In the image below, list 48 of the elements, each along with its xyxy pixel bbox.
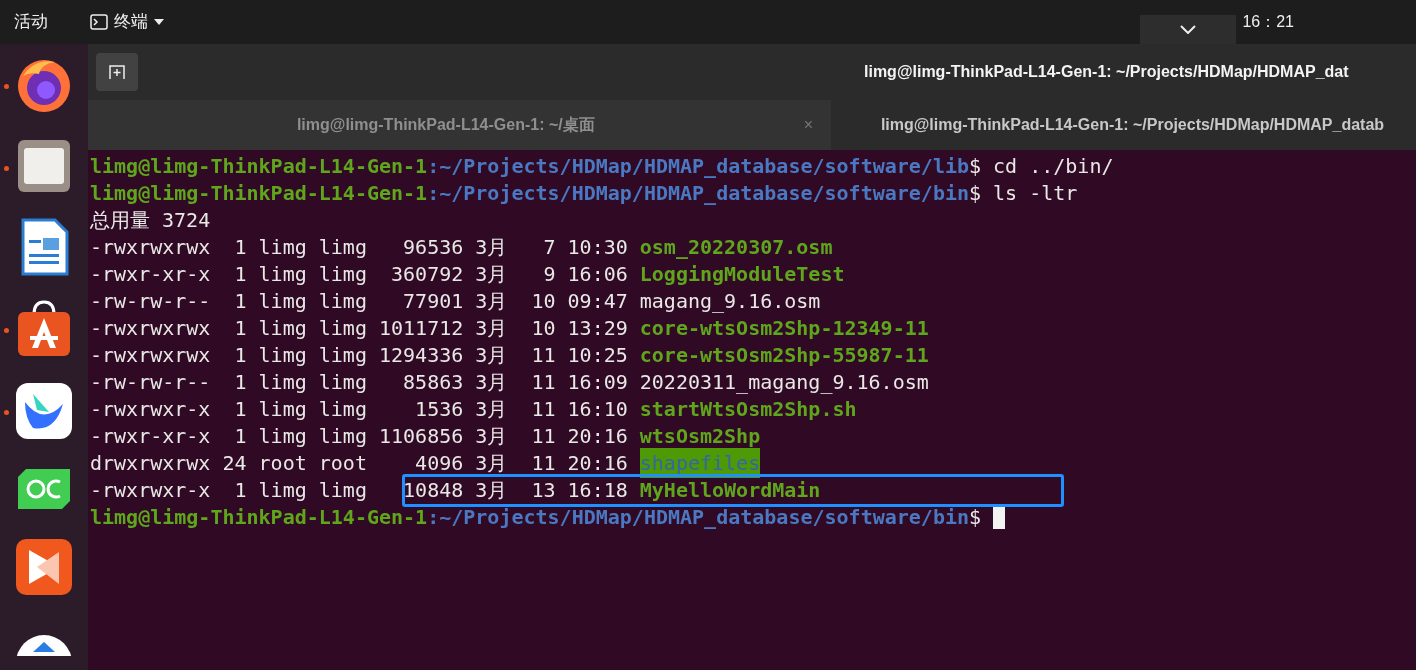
file-details: -rw-rw-r-- 1 limg limg 77901 3月 10 09:47 [90,287,628,315]
file-details: -rwxrwxr-x 1 limg limg 10848 3月 13 16:18 [90,476,628,504]
file-name: wtsOsm2Shp [639,422,761,450]
prompt-symbol: $ [969,152,982,180]
file-name: LoggingModuleTest [639,260,845,288]
prompt-user: limg@limg-ThinkPad-L14-Gen-1 [90,152,428,180]
file-name: core-wtsOsm2Shp-55987-11 [639,341,929,369]
command-text: cd ../bin/ [993,152,1114,180]
qc-app-icon[interactable] [18,469,70,509]
bird-app-icon[interactable] [15,382,73,440]
prompt-path: :~/Projects/HDMap/HDMAP_database/software/bin [427,179,969,207]
window-title: limg@limg-ThinkPad-L14-Gen-1: ~/Projects/HDMap/HDMAP_dat [864,62,1349,82]
chevron-down-icon [1180,25,1197,34]
file-name: osm_20220307.osm [639,233,833,261]
prompt-path: :~/Projects/HDMap/HDMAP_database/software/lib [427,152,969,180]
terminal-icon [90,14,108,30]
file-details: drwxrwxrwx 24 root root 4096 3月 11 20:16 [90,449,628,477]
file-name: 20220311_magang_9.16.osm [639,368,929,396]
output-text: 总用量 3724 [90,206,211,234]
file-details: -rwxrwxr-x 1 limg limg 1536 3月 11 16:10 [90,395,628,423]
app-menu[interactable]: 终端 [90,9,164,35]
prompt-symbol: $ [969,179,982,207]
file-details: -rwxrwxrwx 1 limg limg 1294336 3月 11 10:25 [90,341,628,369]
document-icon[interactable] [19,218,69,276]
file-name: MyHelloWordMain [639,476,821,504]
shopping-bag-icon[interactable] [16,300,72,358]
caret-icon [154,19,164,25]
prompt-symbol: $ [969,503,982,531]
prompt-path: :~/Projects/HDMap/HDMAP_database/software/bin [427,503,969,531]
file-details: -rwxr-xr-x 1 limg limg 360792 3月 9 16:06 [90,260,628,288]
file-name: shapefiles [639,447,761,478]
file-name: startWtsOsm2Shp.sh [639,395,857,423]
file-details: -rw-rw-r-- 1 limg limg 85863 3月 11 16:09 [90,368,628,396]
file-details: -rwxr-xr-x 1 limg limg 1106856 3月 11 20:16 [90,422,628,450]
prompt-user: limg@limg-ThinkPad-L14-Gen-1 [90,179,428,207]
file-name: magang_9.16.osm [639,287,821,315]
new-tab-button[interactable] [96,53,138,91]
file-name: core-wtsOsm2Shp-12349-11 [639,314,929,342]
activities-button[interactable]: 活动 [14,9,84,35]
file-details: -rwxrwxrwx 1 limg limg 96536 3月 7 10:30 [90,233,628,261]
prompt-user: limg@limg-ThinkPad-L14-Gen-1 [90,503,428,531]
bowtie-app-icon[interactable] [15,538,73,596]
file-details: -rwxrwxrwx 1 limg limg 1011712 3月 10 13:29 [90,314,628,342]
clock[interactable]: 16：21 [1242,10,1294,34]
new-tab-icon [108,64,126,80]
command-text: ls -ltr [993,179,1078,207]
folder-icon[interactable] [16,138,72,194]
terminal-tab[interactable]: limg@limg-ThinkPad-L14-Gen-1: ~/Projects/HDMap/HDMAP_datab [831,100,1416,150]
